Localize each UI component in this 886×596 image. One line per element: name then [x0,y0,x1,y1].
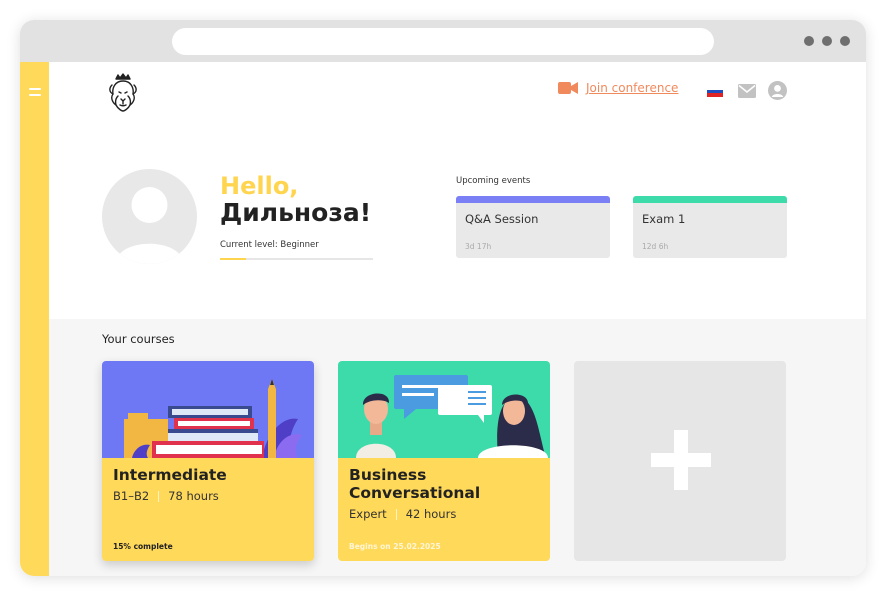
avatar[interactable] [102,169,197,264]
course-meta: Expert 42 hours [349,507,456,521]
current-level-label: Current level: Beginner [220,240,319,250]
event-color-bar [633,196,787,203]
join-conference-label[interactable]: Join conference [586,81,678,95]
course-card-intermediate[interactable]: Intermediate B1–B2 78 hours 15% complete [102,361,314,561]
course-hours: 78 hours [168,489,219,503]
course-info: Intermediate B1–B2 78 hours 15% complete [102,458,314,561]
browser-titlebar [20,20,866,62]
menu-icon[interactable] [29,88,41,96]
address-bar[interactable] [172,28,714,55]
event-card[interactable]: Exam 1 12d 6h [633,196,787,258]
window-dot[interactable] [840,36,850,46]
event-color-bar [456,196,610,203]
avatar-placeholder-icon [116,187,183,264]
course-info: Business Conversational Expert 42 hours … [338,458,550,561]
event-countdown: 12d 6h [642,242,669,251]
upcoming-events-label: Upcoming events [456,176,531,186]
window-dot[interactable] [804,36,814,46]
sidebar [20,62,49,576]
conversation-illustration [338,361,550,458]
browser-window: Join conference Hello, Дильноза! Current… [20,20,866,576]
course-card-business-conversational[interactable]: Business Conversational Expert 42 hours … [338,361,550,561]
course-hours: 42 hours [405,507,457,521]
event-title: Exam 1 [642,212,686,226]
flag-ru-icon[interactable] [707,86,723,98]
event-card[interactable]: Q&A Session 3d 17h [456,196,610,258]
camera-icon [558,82,578,94]
course-title: Intermediate [113,466,227,484]
course-meta: B1–B2 78 hours [113,489,219,503]
event-countdown: 3d 17h [465,242,492,251]
course-start-date: Begins on 25.02.2025 [349,542,441,551]
course-title: Business Conversational [349,466,481,502]
books-illustration [102,361,314,458]
courses-section: Your courses Intermediate B1–B2 78 hours… [49,319,866,576]
main-content: Join conference Hello, Дильноза! Current… [49,62,866,576]
level-progress-fill [220,258,246,260]
course-level: Expert [349,507,387,521]
lion-logo [109,73,137,112]
course-level: B1–B2 [113,489,150,503]
join-conference-link[interactable]: Join conference [558,81,678,95]
greeting: Hello, [220,172,299,200]
window-dot[interactable] [822,36,832,46]
level-progress-bar [220,258,373,260]
window-controls [804,36,850,46]
course-progress-text: 15% complete [113,542,173,551]
mail-icon[interactable] [738,84,756,98]
meta-separator [158,490,160,502]
user-icon[interactable] [768,81,787,100]
flag-stripe [707,93,723,98]
event-title: Q&A Session [465,212,539,226]
meta-separator [395,508,397,520]
add-course-button[interactable] [574,361,786,561]
courses-heading: Your courses [102,332,175,346]
user-name: Дильноза! [220,198,372,227]
